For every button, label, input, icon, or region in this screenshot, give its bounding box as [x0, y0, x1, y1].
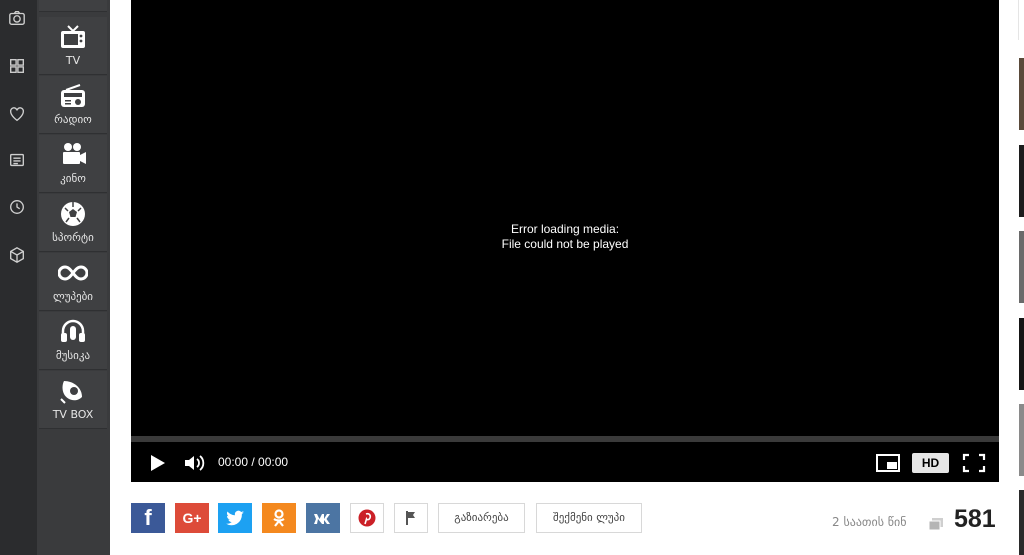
twitter-icon	[226, 510, 244, 526]
icon-rail	[0, 0, 37, 555]
views-icon	[928, 518, 943, 531]
pinterest-share-button[interactable]	[350, 503, 384, 533]
facebook-share-button[interactable]: f	[131, 503, 165, 533]
camera-icon[interactable]	[6, 7, 28, 29]
news-icon[interactable]	[6, 149, 28, 171]
odnoklassniki-icon	[273, 509, 285, 527]
category-label: მუსიკა	[55, 349, 91, 362]
category-label: კინო	[60, 172, 86, 185]
report-button[interactable]	[394, 503, 428, 533]
category-item-top[interactable]	[39, 0, 107, 12]
category-label: რადიო	[54, 113, 92, 126]
category-item-tv[interactable]: TV	[39, 17, 107, 75]
thumbnail[interactable]	[1019, 318, 1024, 390]
googleplus-share-button[interactable]: G+	[175, 503, 209, 533]
error-message: Error loading media: File could not be p…	[131, 222, 999, 252]
thumbnail[interactable]	[1019, 231, 1024, 303]
category-sidebar: TV რადიო კინო სპორტი ლუპები მუსიკა TV BO…	[37, 0, 110, 555]
play-button[interactable]	[147, 453, 167, 473]
headphones-icon	[61, 319, 85, 342]
thumbnail[interactable]	[1019, 145, 1024, 217]
category-item-music[interactable]: მუსიკა	[39, 312, 107, 370]
category-item-movies[interactable]: კინო	[39, 135, 107, 193]
soccer-ball-icon	[61, 202, 85, 226]
category-item-loops[interactable]: ლუპები	[39, 253, 107, 311]
movie-camera-icon	[63, 143, 86, 164]
vk-icon	[314, 514, 330, 524]
odnoklassniki-share-button[interactable]	[262, 503, 296, 533]
clock-icon[interactable]	[6, 196, 28, 218]
create-loop-button[interactable]: შექმენი ლუპი	[536, 503, 642, 533]
flag-icon	[406, 511, 415, 525]
category-label: TV	[65, 54, 81, 67]
fullscreen-icon[interactable]	[962, 453, 986, 473]
right-column-divider	[1018, 0, 1019, 40]
googleplus-icon: G+	[182, 510, 202, 526]
facebook-icon: f	[144, 505, 152, 530]
tv-icon	[61, 25, 85, 48]
error-line-2: File could not be played	[501, 237, 629, 251]
time-ago: 2 საათის წინ	[832, 515, 907, 529]
player-controls: 00:00 / 00:00 HD	[131, 442, 999, 482]
share-text-button[interactable]: გაზიარება	[438, 503, 525, 533]
view-count: 581	[954, 505, 996, 533]
heart-icon[interactable]	[6, 103, 28, 125]
hd-button[interactable]: HD	[912, 453, 949, 473]
box-icon[interactable]	[6, 244, 28, 266]
category-label: სპორტი	[52, 231, 94, 244]
thumbnail[interactable]	[1019, 58, 1024, 130]
thumbnail[interactable]	[1019, 490, 1024, 555]
error-line-1: Error loading media:	[510, 222, 620, 236]
infinity-icon	[58, 265, 88, 281]
grid-icon[interactable]	[6, 55, 28, 77]
category-item-radio[interactable]: რადიო	[39, 76, 107, 134]
vk-share-button[interactable]	[306, 503, 340, 533]
radio-icon	[61, 84, 85, 107]
video-player[interactable]: Error loading media: File could not be p…	[131, 0, 999, 482]
twitter-share-button[interactable]	[218, 503, 252, 533]
tvbox-icon	[60, 381, 82, 404]
category-item-tvbox[interactable]: TV BOX	[39, 371, 107, 429]
category-item-sport[interactable]: სპორტი	[39, 194, 107, 252]
time-display: 00:00 / 00:00	[218, 455, 289, 469]
category-label: TV BOX	[52, 408, 94, 421]
category-label: ლუპები	[52, 290, 93, 303]
thumbnail[interactable]	[1019, 404, 1024, 476]
pinterest-icon	[358, 509, 376, 527]
picture-in-picture-icon[interactable]	[876, 454, 900, 472]
volume-icon[interactable]	[183, 453, 207, 473]
